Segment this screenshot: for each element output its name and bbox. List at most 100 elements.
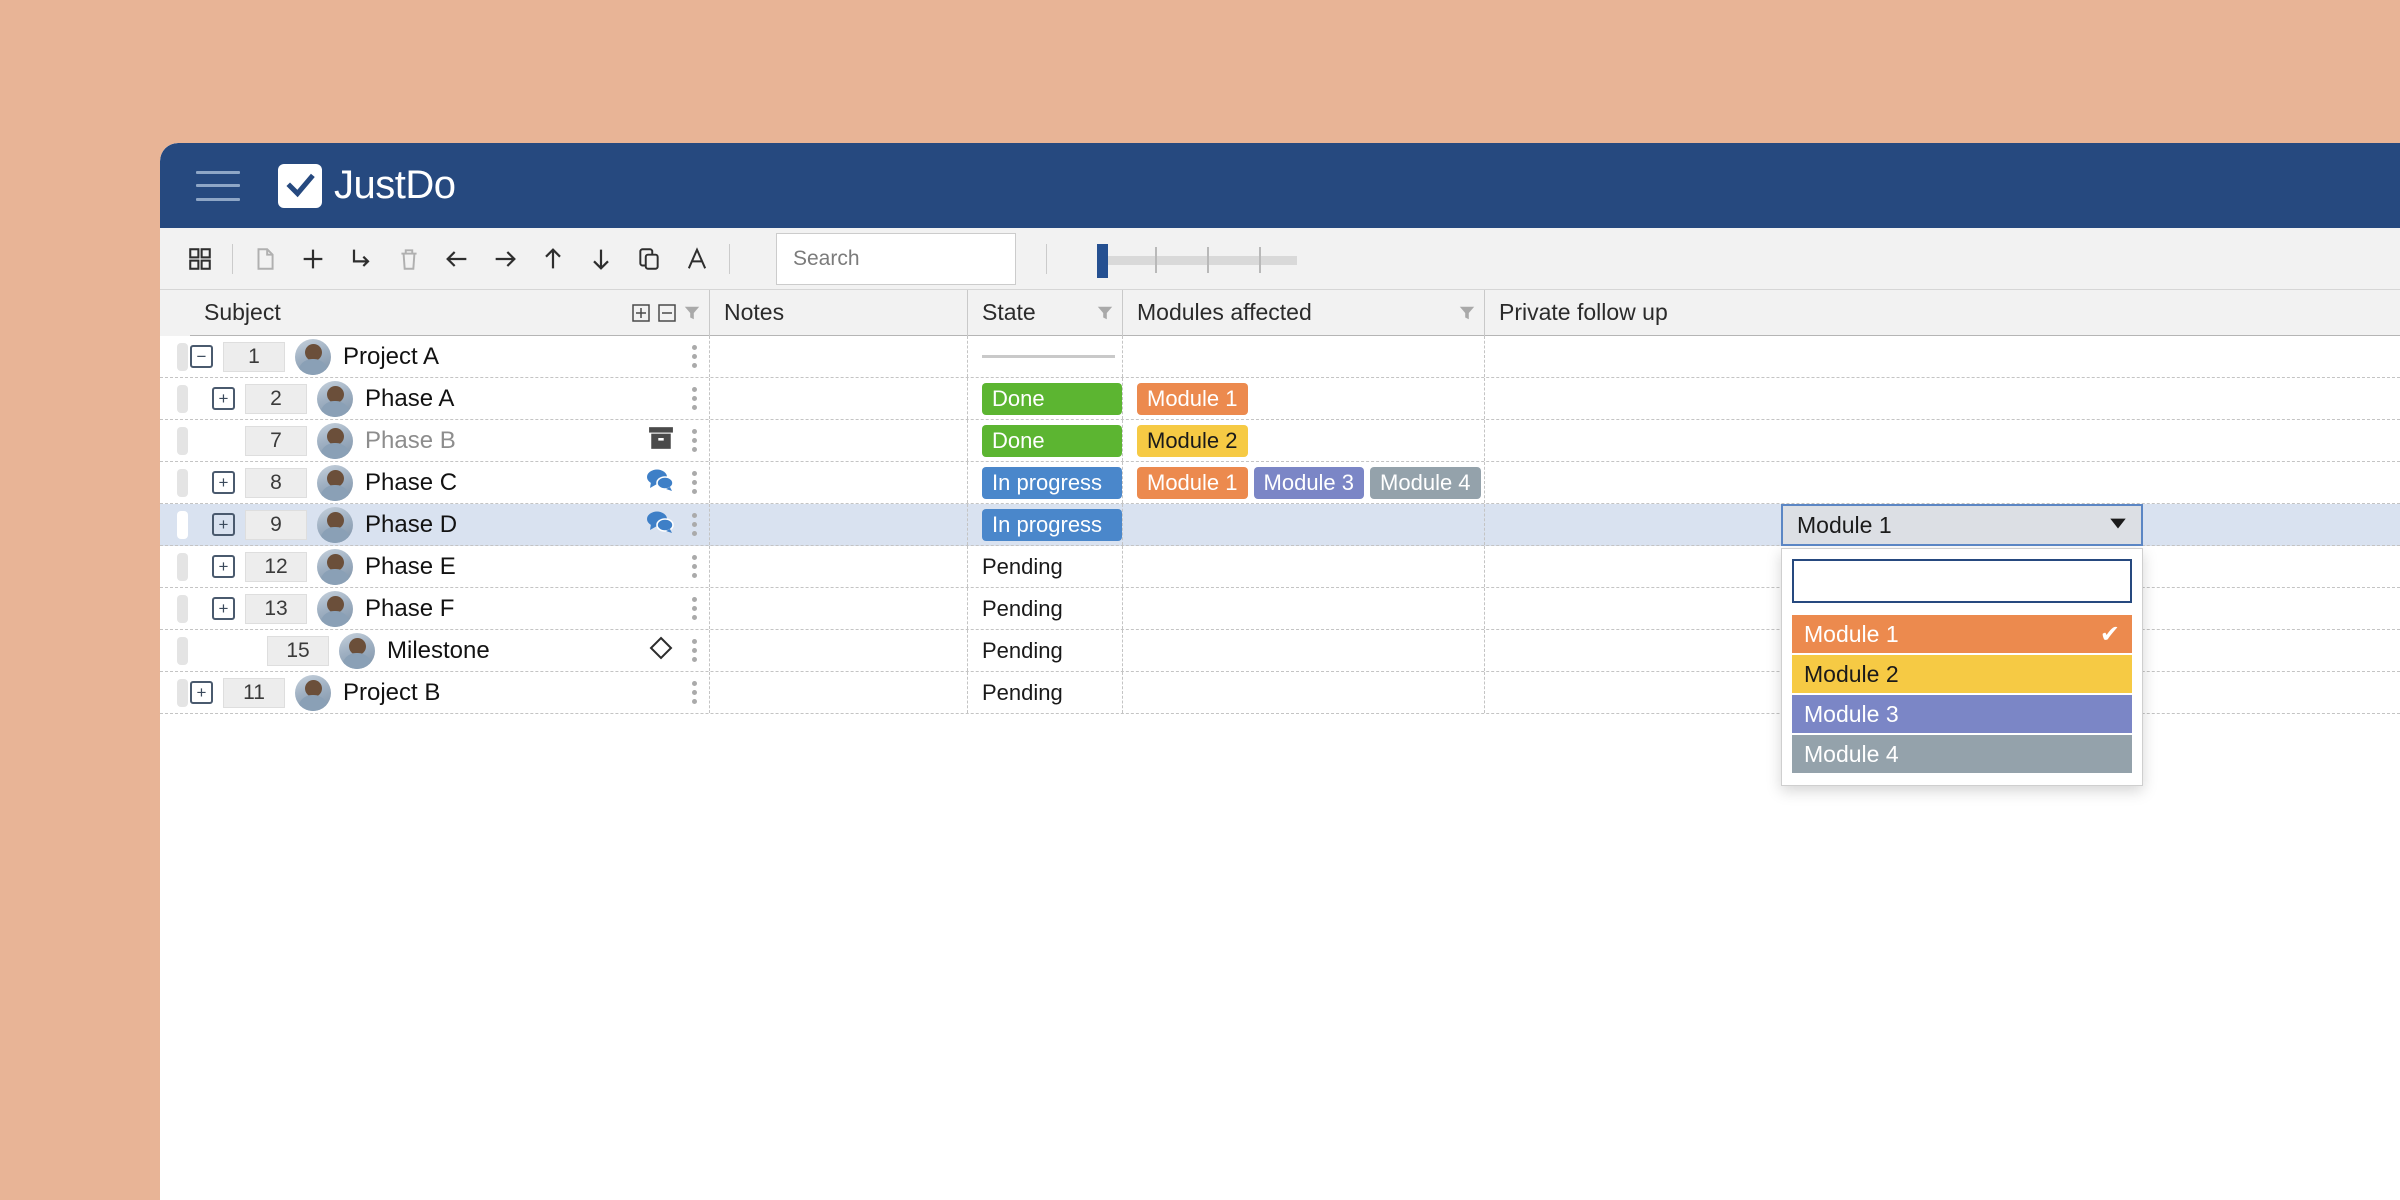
- expand-all-icon[interactable]: [631, 303, 651, 323]
- cell-notes[interactable]: [710, 462, 968, 503]
- filter-icon[interactable]: [1458, 304, 1476, 322]
- row-drag-handle[interactable]: [160, 336, 190, 377]
- column-header-modules-affected[interactable]: Modules affected: [1123, 289, 1485, 336]
- cell-state[interactable]: In progress: [968, 462, 1123, 503]
- cell-private-follow-up[interactable]: [1485, 378, 2365, 419]
- zoom-slider[interactable]: [1097, 241, 1297, 278]
- dropdown-option[interactable]: Module 4: [1792, 735, 2132, 773]
- comments-icon[interactable]: [646, 510, 674, 540]
- column-header-subject[interactable]: Subject: [190, 289, 710, 336]
- cell-modules-affected[interactable]: [1123, 546, 1485, 587]
- dropdown-filter-input[interactable]: [1792, 559, 2132, 603]
- cell-subject[interactable]: +11 Project B: [190, 672, 710, 713]
- cell-subject[interactable]: 15 Milestone: [190, 630, 710, 671]
- new-document-button[interactable]: [241, 235, 289, 283]
- move-down-button[interactable]: [577, 235, 625, 283]
- cell-state[interactable]: Pending: [968, 546, 1123, 587]
- cell-modules-affected[interactable]: Module 1: [1123, 378, 1485, 419]
- cell-subject[interactable]: +8 Phase C: [190, 462, 710, 503]
- cell-notes[interactable]: [710, 420, 968, 461]
- table-row[interactable]: −1 Project A: [160, 336, 2400, 378]
- archive-box-icon[interactable]: [648, 426, 674, 456]
- cell-modules-affected[interactable]: [1123, 672, 1485, 713]
- comments-icon[interactable]: [646, 468, 674, 498]
- row-menu-button[interactable]: [688, 597, 701, 620]
- row-drag-handle[interactable]: [160, 546, 190, 587]
- cell-notes[interactable]: [710, 672, 968, 713]
- row-menu-button[interactable]: [688, 471, 701, 494]
- cell-modules-affected[interactable]: [1123, 630, 1485, 671]
- outdent-button[interactable]: [433, 235, 481, 283]
- diamond-icon[interactable]: [648, 635, 674, 667]
- row-drag-handle[interactable]: [160, 378, 190, 419]
- cell-state[interactable]: Done: [968, 378, 1123, 419]
- add-task-button[interactable]: [289, 235, 337, 283]
- add-subtask-button[interactable]: [337, 235, 385, 283]
- cell-subject[interactable]: +12 Phase E: [190, 546, 710, 587]
- table-row[interactable]: +8 Phase C In progress Module 1 Module 3 Modu…: [160, 462, 2400, 504]
- search-input[interactable]: [776, 232, 1016, 285]
- duplicate-button[interactable]: [625, 235, 673, 283]
- move-up-button[interactable]: [529, 235, 577, 283]
- hamburger-icon[interactable]: [196, 170, 240, 201]
- row-menu-button[interactable]: [688, 513, 701, 536]
- cell-subject[interactable]: +9 Phase D: [190, 504, 710, 545]
- expand-toggle-icon[interactable]: +: [212, 387, 235, 410]
- dropdown-option[interactable]: Module 3: [1792, 695, 2132, 733]
- dropdown-option[interactable]: Module 2: [1792, 655, 2132, 693]
- zoom-slider-thumb[interactable]: [1097, 243, 1108, 278]
- row-drag-handle[interactable]: [160, 462, 190, 503]
- cell-private-follow-up[interactable]: [1485, 336, 2365, 377]
- expand-toggle-icon[interactable]: +: [212, 555, 235, 578]
- cell-modules-affected[interactable]: [1123, 336, 1485, 377]
- row-drag-handle[interactable]: [160, 420, 190, 461]
- cell-notes[interactable]: [710, 546, 968, 587]
- cell-modules-affected[interactable]: Module 2: [1123, 420, 1485, 461]
- table-row[interactable]: 7 Phase B Done Module 2: [160, 420, 2400, 462]
- row-menu-button[interactable]: [688, 681, 701, 704]
- cell-private-follow-up[interactable]: [1485, 420, 2365, 461]
- grid-view-button[interactable]: [176, 235, 224, 283]
- table-row[interactable]: +2 Phase A Done Module 1: [160, 378, 2400, 420]
- cell-subject[interactable]: +2 Phase A: [190, 378, 710, 419]
- cell-notes[interactable]: [710, 378, 968, 419]
- row-menu-button[interactable]: [688, 639, 701, 662]
- cell-subject[interactable]: +13 Phase F: [190, 588, 710, 629]
- row-menu-button[interactable]: [688, 345, 701, 368]
- brand-logo[interactable]: JustDo: [278, 163, 456, 208]
- filter-icon[interactable]: [683, 304, 701, 322]
- row-menu-button[interactable]: [688, 387, 701, 410]
- row-menu-button[interactable]: [688, 429, 701, 452]
- cell-state[interactable]: In progress: [968, 504, 1123, 545]
- column-header-private-follow-up[interactable]: Private follow up: [1485, 290, 2365, 336]
- expand-toggle-icon[interactable]: +: [190, 681, 213, 704]
- expand-toggle-icon[interactable]: +: [212, 597, 235, 620]
- cell-state[interactable]: [968, 336, 1123, 377]
- row-drag-handle[interactable]: [160, 630, 190, 671]
- cell-state[interactable]: Pending: [968, 630, 1123, 671]
- row-drag-handle[interactable]: [160, 672, 190, 713]
- caret-down-icon[interactable]: [2107, 512, 2129, 539]
- collapse-toggle-icon[interactable]: −: [190, 345, 213, 368]
- filter-icon[interactable]: [1096, 304, 1114, 322]
- column-header-notes[interactable]: Notes: [710, 289, 968, 336]
- cell-notes[interactable]: [710, 504, 968, 545]
- modules-affected-editor[interactable]: Module 1: [1781, 504, 2143, 546]
- dropdown-option[interactable]: Module 1 ✔: [1792, 615, 2132, 653]
- cell-private-follow-up[interactable]: [1485, 462, 2365, 503]
- cell-modules-affected[interactable]: [1123, 588, 1485, 629]
- row-menu-button[interactable]: [688, 555, 701, 578]
- row-drag-handle[interactable]: [160, 504, 190, 545]
- indent-button[interactable]: [481, 235, 529, 283]
- expand-toggle-icon[interactable]: +: [212, 513, 235, 536]
- cell-notes[interactable]: [710, 630, 968, 671]
- cell-state[interactable]: Done: [968, 420, 1123, 461]
- cell-state[interactable]: Pending: [968, 588, 1123, 629]
- cell-subject[interactable]: −1 Project A: [190, 336, 710, 377]
- delete-button[interactable]: [385, 235, 433, 283]
- cell-modules-affected[interactable]: Module 1 Module 3 Module 4: [1123, 462, 1485, 503]
- cell-subject[interactable]: 7 Phase B: [190, 420, 710, 461]
- expand-toggle-icon[interactable]: +: [212, 471, 235, 494]
- cell-state[interactable]: Pending: [968, 672, 1123, 713]
- cell-notes[interactable]: [710, 336, 968, 377]
